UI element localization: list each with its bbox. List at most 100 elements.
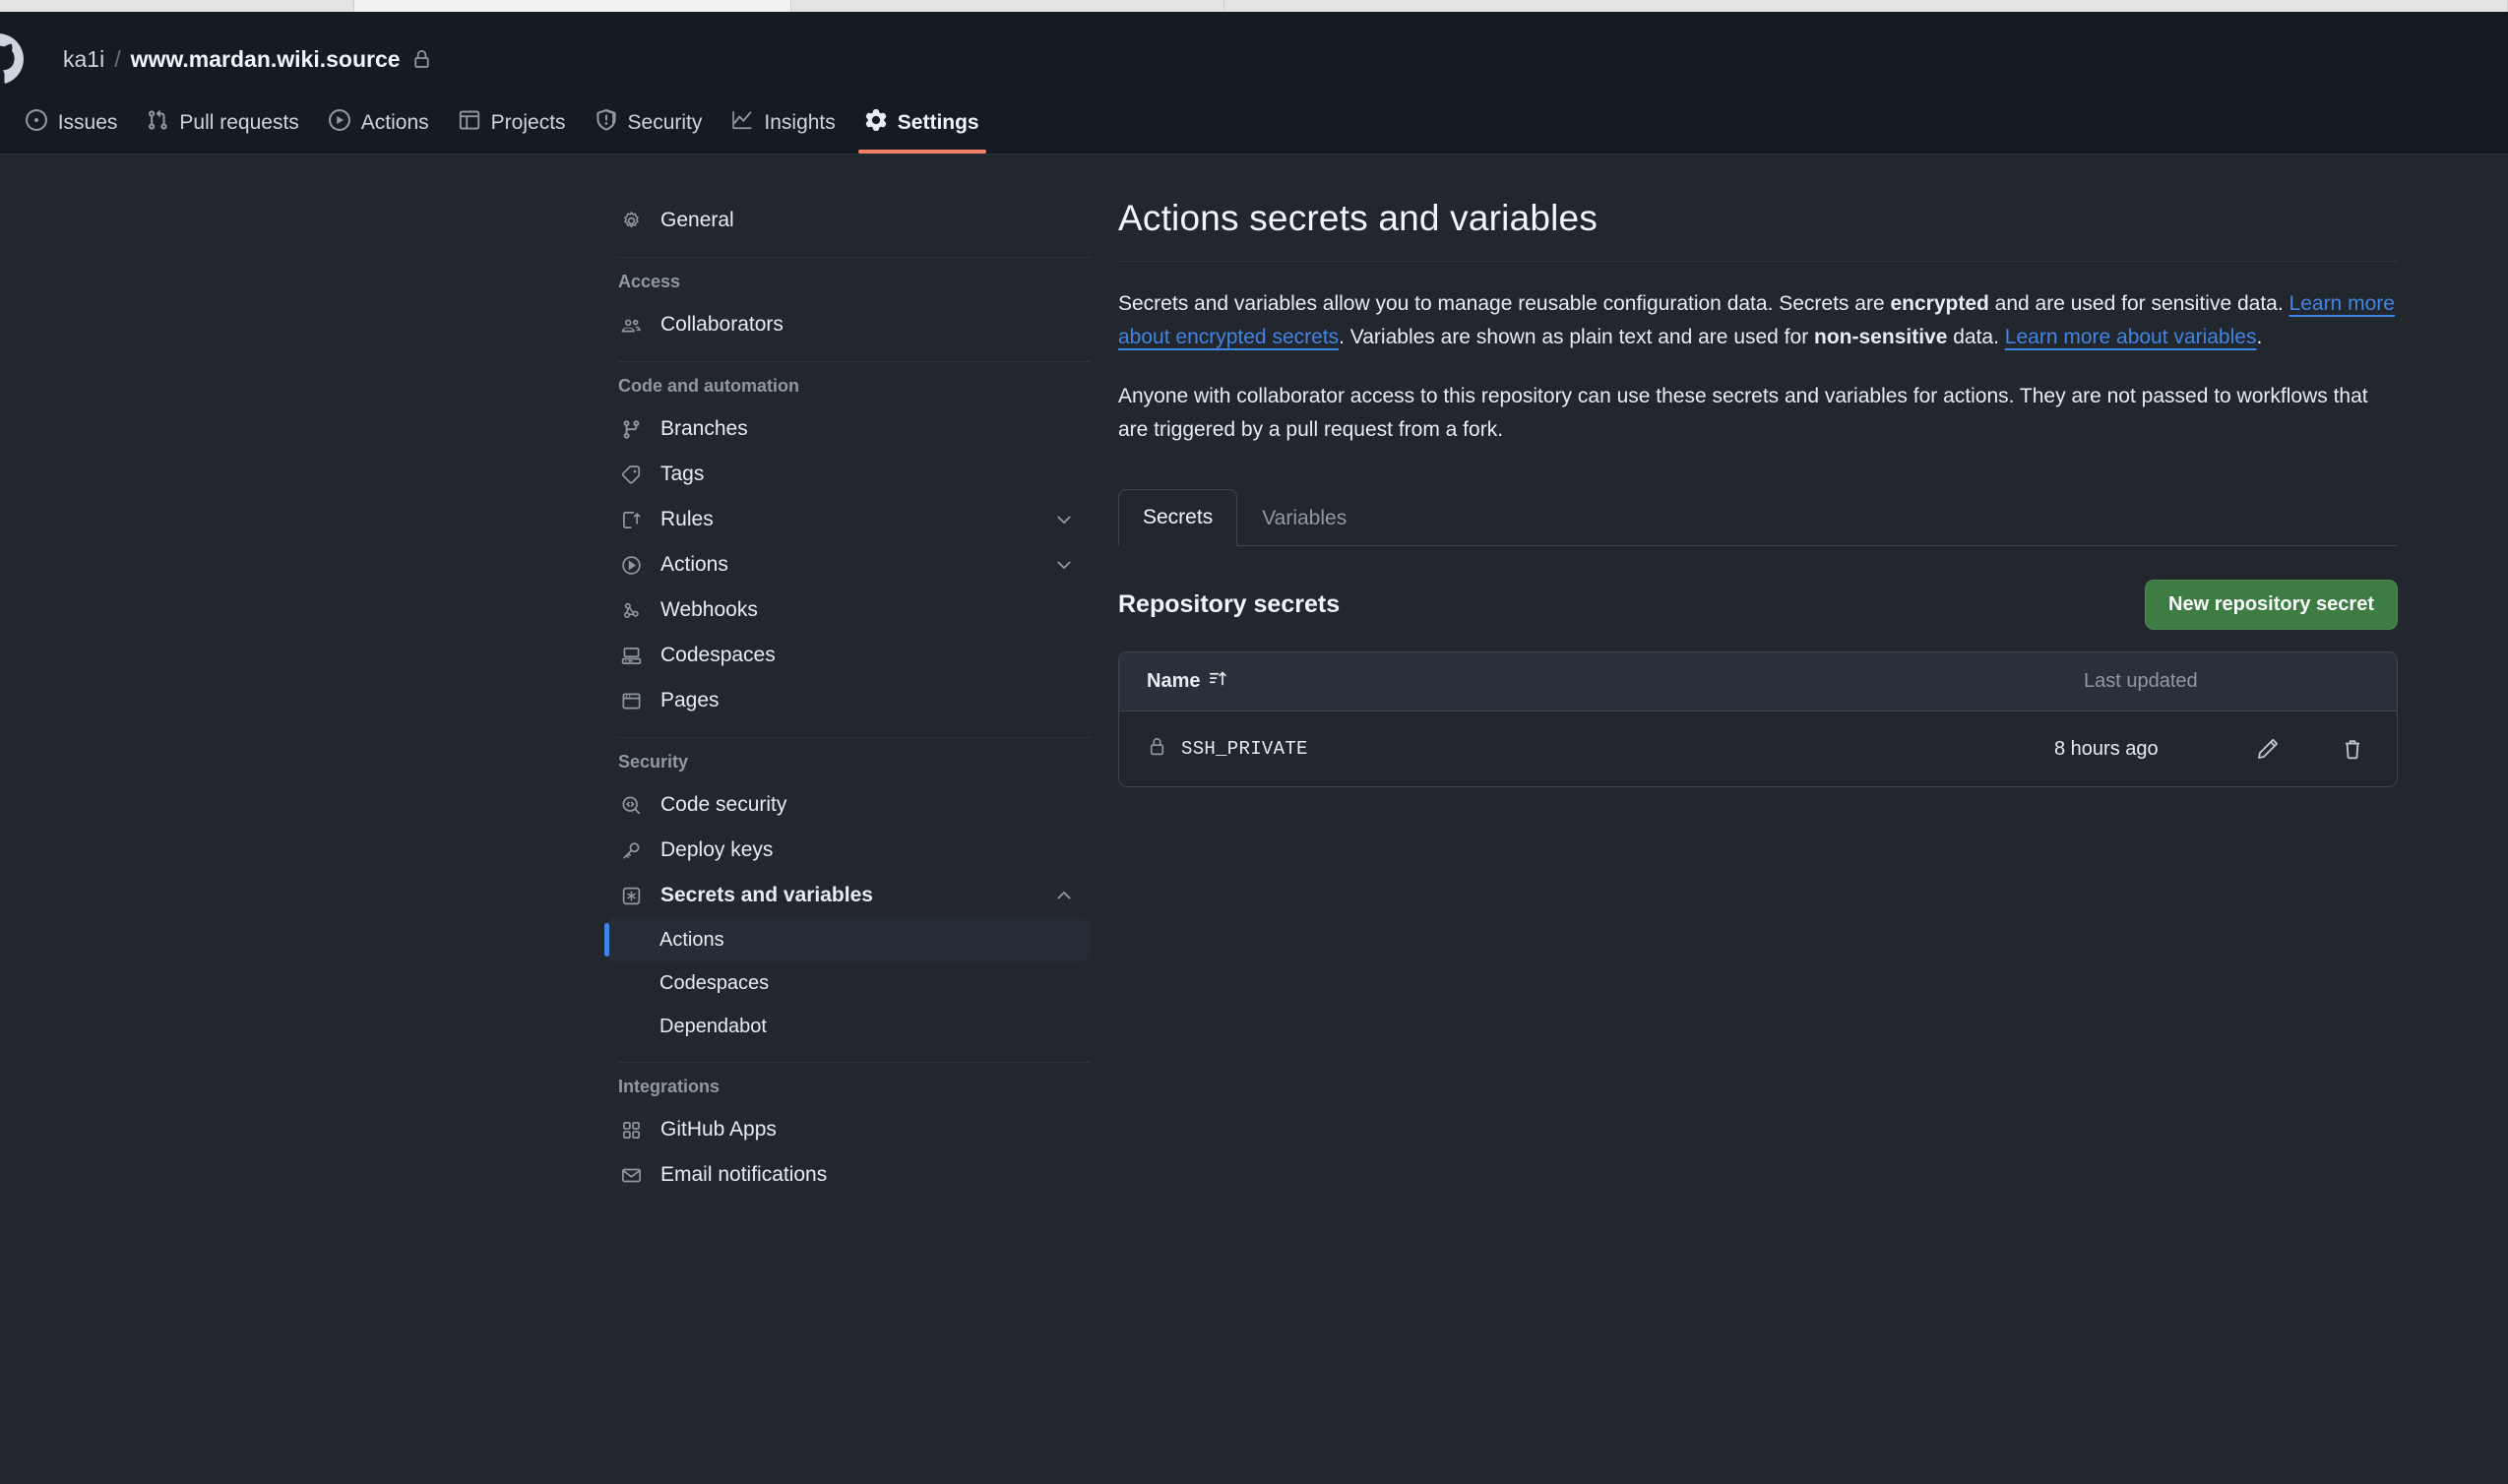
column-header-name[interactable]: Name [1147, 669, 2084, 694]
sidebar-item-email-notifications[interactable]: Email notifications [604, 1152, 1091, 1198]
breadcrumb-separator: / [114, 45, 121, 72]
repo-nav-label: Actions [360, 111, 429, 134]
repo-nav-tab-code[interactable]: e [0, 93, 11, 154]
browser-tab[interactable] [1224, 0, 2508, 12]
link-variables[interactable]: Learn more about variables [2005, 326, 2257, 348]
sidebar-item-label: Collaborators [660, 313, 784, 336]
gear-icon [618, 211, 644, 231]
chevron-down-icon[interactable] [1051, 555, 1077, 575]
sidebar-item-tags[interactable]: Tags [604, 452, 1091, 497]
sidebar-item-codespaces[interactable]: Codespaces [604, 633, 1091, 678]
sidebar-item-pages[interactable]: Pages [604, 678, 1091, 723]
sidebar-subitem-label: Dependabot [659, 1015, 767, 1037]
sidebar-item-label: Secrets and variables [660, 884, 873, 906]
issue-opened-icon [25, 109, 47, 137]
main-content: Actions secrets and variables Secrets an… [1118, 198, 2437, 1198]
sidebar-group-access: Access [618, 272, 681, 291]
repo-nav-tab-actions[interactable]: Actions [314, 93, 444, 154]
sidebar-item-branches[interactable]: Branches [604, 406, 1091, 452]
secret-last-updated: 8 hours ago [2054, 737, 2159, 760]
chevron-down-icon[interactable] [1051, 510, 1077, 529]
lock-icon [1147, 736, 1167, 763]
shield-icon [596, 109, 617, 137]
sidebar-item-label: Codespaces [660, 644, 776, 666]
sidebar-item-general[interactable]: General [604, 198, 1091, 243]
asterisk-icon [618, 886, 644, 906]
tag-icon [618, 464, 644, 485]
browser-tab[interactable] [0, 0, 354, 12]
repository-secrets-header: Repository secrets New repository secret [1118, 580, 2398, 631]
git-branch-icon [618, 419, 644, 440]
breadcrumb-owner[interactable]: ka1i [63, 46, 104, 73]
graph-icon [731, 109, 753, 137]
sidebar-item-github-apps[interactable]: GitHub Apps [604, 1107, 1091, 1152]
people-icon [618, 315, 644, 336]
page-title: Actions secrets and variables [1118, 198, 2398, 262]
sidebar-item-webhooks[interactable]: Webhooks [604, 587, 1091, 633]
repo-nav-tab-insights[interactable]: Insights [717, 93, 849, 154]
repo-nav-label: Pull requests [179, 111, 299, 134]
codescan-icon [618, 795, 644, 816]
column-header-name-label: Name [1147, 670, 1201, 693]
browser-tab-active[interactable] [354, 0, 791, 12]
column-header-last-updated: Last updated [2084, 670, 2198, 693]
sidebar-item-label: Rules [660, 508, 714, 530]
repo-nav-label: Insights [764, 111, 836, 134]
desc-bold-non-sensitive: non-sensitive [1814, 326, 1948, 349]
sidebar-item-rules[interactable]: Rules [604, 497, 1091, 542]
chevron-up-icon[interactable] [1051, 886, 1077, 905]
sidebar-divider [618, 361, 1091, 362]
desc-part-3: . Variables are shown as plain text and … [1339, 326, 1815, 349]
sidebar-item-label: Branches [660, 417, 748, 440]
sidebar-divider [618, 1062, 1091, 1063]
repo-nav-tab-pull-requests[interactable]: Pull requests [132, 93, 313, 154]
trash-icon[interactable] [2336, 732, 2369, 766]
sidebar-item-code-security[interactable]: Code security [604, 782, 1091, 828]
key-icon [618, 840, 644, 861]
repo-nav-tab-settings[interactable]: Settings [850, 93, 994, 154]
sidebar-item-label: General [660, 209, 734, 231]
repository-header: ka1i / www.mardan.wiki.source e Issues P… [0, 12, 2508, 155]
sidebar-subitem-dependabot[interactable]: Dependabot [606, 1005, 1091, 1048]
sidebar-subitem-actions[interactable]: Actions [604, 918, 1091, 961]
repo-nav-tab-issues[interactable]: Issues [11, 93, 133, 154]
sidebar-item-deploy-keys[interactable]: Deploy keys [604, 828, 1091, 873]
browser-tab[interactable] [791, 0, 1224, 12]
sidebar-item-collaborators[interactable]: Collaborators [604, 302, 1091, 347]
desc-part-4: data. [1947, 326, 2005, 349]
row-actions [2251, 732, 2369, 766]
new-repository-secret-button[interactable]: New repository secret [2145, 580, 2398, 631]
repo-nav-label: Issues [57, 111, 118, 134]
repository-nav: e Issues Pull requests Actions Projects [0, 93, 2508, 154]
description-paragraph-2: Anyone with collaborator access to this … [1118, 385, 2368, 442]
table-header-row: Name Last updated [1119, 652, 2397, 712]
sidebar-item-label: GitHub Apps [660, 1118, 777, 1141]
repo-nav-tab-security[interactable]: Security [581, 93, 718, 154]
repo-nav-label: Settings [897, 111, 979, 134]
description-paragraph-1: Secrets and variables allow you to manag… [1118, 287, 2398, 354]
table-row: SSH_PRIVATE 8 hours ago [1119, 711, 2397, 787]
tab-secrets[interactable]: Secrets [1118, 489, 1238, 547]
github-logo-icon[interactable] [0, 33, 24, 85]
breadcrumb-repo[interactable]: www.mardan.wiki.source [131, 46, 401, 73]
secret-name[interactable]: SSH_PRIVATE [1181, 738, 1308, 760]
sidebar-divider [618, 737, 1091, 738]
pencil-icon[interactable] [2251, 732, 2285, 766]
layout-spacer [0, 198, 604, 1198]
apps-icon [618, 1120, 644, 1141]
sidebar-divider [618, 257, 1091, 258]
sort-asc-icon[interactable] [1209, 669, 1227, 694]
secrets-variables-tabnav: Secrets Variables [1118, 488, 2398, 547]
play-icon [328, 109, 350, 137]
sidebar-item-actions[interactable]: Actions [604, 542, 1091, 587]
mail-icon [618, 1165, 644, 1186]
sidebar-item-secrets-and-variables[interactable]: Secrets and variables [604, 873, 1091, 918]
tab-variables[interactable]: Variables [1237, 490, 1371, 546]
repo-nav-tab-projects[interactable]: Projects [444, 93, 581, 154]
play-icon [618, 555, 644, 576]
sidebar-item-label: Pages [660, 689, 720, 711]
desc-part-2: and are used for sensitive data. [1988, 292, 2289, 315]
repo-nav-label: Projects [490, 111, 566, 134]
sidebar-group-code-and-automation: Code and automation [618, 376, 799, 396]
sidebar-subitem-codespaces[interactable]: Codespaces [606, 961, 1091, 1005]
